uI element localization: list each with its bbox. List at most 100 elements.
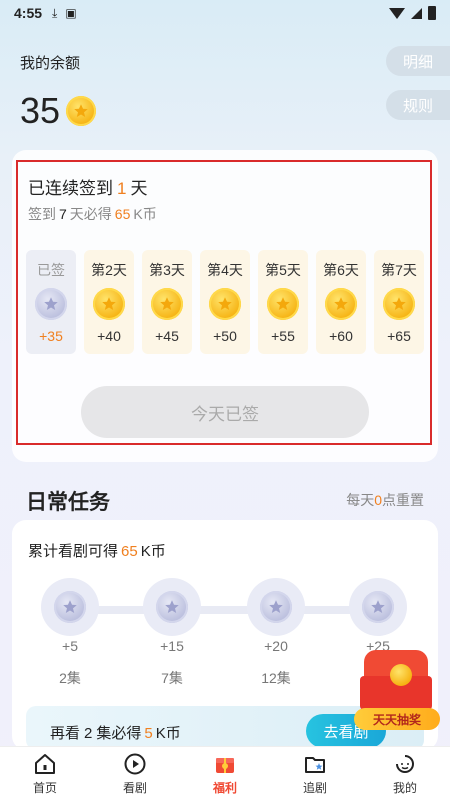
milestone-episodes: 7集 xyxy=(161,670,183,686)
detail-button[interactable]: 明细 xyxy=(386,46,450,76)
day-amount: +65 xyxy=(387,328,411,344)
milestone-episodes: 2集 xyxy=(59,670,81,686)
milestone-1 xyxy=(40,578,100,636)
goal-prefix: 签到 xyxy=(28,206,56,222)
day-label: 第7天 xyxy=(381,262,417,278)
sign-goal: 签到 7 天必得 65 K币 xyxy=(28,204,157,224)
goal-reward: 65 xyxy=(114,206,131,222)
milestone-amount: +20 xyxy=(264,638,288,654)
goal-unit: K币 xyxy=(133,206,157,222)
watch-total-reward: 累计看剧可得 65 K币 xyxy=(28,540,166,561)
daily-lottery-button[interactable]: 天天抽奖 xyxy=(352,650,442,732)
balance-amount: 35 xyxy=(20,90,61,131)
status-bar: 4:55 ⤓ ▣ xyxy=(0,0,450,26)
reset-prefix: 每天 xyxy=(346,492,375,508)
sign-day-7: 第7天 +65 xyxy=(374,250,424,354)
coin-icon xyxy=(383,288,415,320)
day-label: 第2天 xyxy=(91,262,127,278)
reset-hour: 0 xyxy=(374,492,382,508)
banner-mid: 集必得 xyxy=(96,725,142,742)
gift-icon xyxy=(212,751,238,777)
day-amount: +55 xyxy=(271,328,295,344)
banner-unit: K币 xyxy=(155,725,181,742)
notification-a-icon: ▣ xyxy=(65,6,77,20)
milestone-4 xyxy=(348,578,408,636)
tab-label: 看剧 xyxy=(122,781,147,795)
bottom-tab-bar: 首页 看剧 福利 追剧 我的 xyxy=(0,746,450,800)
milestone-amount: +5 xyxy=(62,638,78,654)
watch-prefix: 累计看剧可得 xyxy=(28,543,119,560)
coin-icon xyxy=(267,288,299,320)
coin-icon xyxy=(260,591,292,623)
day-label: 第5天 xyxy=(265,262,301,278)
day-label: 已签 xyxy=(37,262,65,278)
coin-icon xyxy=(390,664,412,686)
battery-icon xyxy=(428,6,436,20)
coin-icon xyxy=(362,591,394,623)
tab-label: 追剧 xyxy=(302,781,327,795)
home-icon xyxy=(32,751,58,777)
banner-prefix: 再看 xyxy=(50,725,81,742)
folder-star-icon xyxy=(302,751,328,777)
day-amount: +60 xyxy=(329,328,353,344)
balance-title: 我的余额 xyxy=(20,55,81,72)
day-amount: +35 xyxy=(39,328,63,344)
sign-days-row: 已签 +35 第2天 +40 第3天 +45 第4天 +50 第5天 +55 第… xyxy=(26,250,426,354)
watch-progress-line xyxy=(70,606,390,614)
day-amount: +50 xyxy=(213,328,237,344)
sign-day-4: 第4天 +50 xyxy=(200,250,250,354)
milestone-episodes: 12集 xyxy=(261,670,291,686)
sign-streak: 已连续签到 1 天 xyxy=(28,174,147,199)
milestone-amount: +15 xyxy=(160,638,184,654)
daily-reset-note: 每天0点重置 xyxy=(346,490,424,510)
reset-suffix: 点重置 xyxy=(382,492,424,508)
signal-icon xyxy=(411,7,422,19)
coin-icon xyxy=(35,288,67,320)
watch-more-text: 再看 2 集必得 5 K币 xyxy=(50,722,181,743)
daily-tasks-title: 日常任务 xyxy=(26,491,110,514)
streak-prefix: 已连续签到 xyxy=(28,179,113,198)
lottery-label: 天天抽奖 xyxy=(354,708,440,730)
rules-button[interactable]: 规则 xyxy=(386,90,450,120)
coin-icon xyxy=(66,96,97,126)
streak-suffix: 天 xyxy=(130,179,148,198)
tab-label: 我的 xyxy=(392,781,417,795)
banner-episodes: 2 xyxy=(84,725,93,742)
day-amount: +40 xyxy=(97,328,121,344)
sign-day-1: 已签 +35 xyxy=(26,250,76,354)
coin-icon xyxy=(54,591,86,623)
goal-mid: 天必得 xyxy=(69,206,112,222)
status-time: 4:55 xyxy=(14,5,43,21)
coin-icon xyxy=(93,288,125,320)
wifi-icon xyxy=(389,7,405,19)
tab-watch[interactable]: 看剧 xyxy=(90,747,180,800)
play-icon xyxy=(122,751,148,777)
goal-days: 7 xyxy=(59,206,67,222)
streak-days: 1 xyxy=(117,179,127,198)
banner-reward: 5 xyxy=(144,725,153,742)
download-icon: ⤓ xyxy=(52,5,58,20)
day-label: 第6天 xyxy=(323,262,359,278)
sign-day-2: 第2天 +40 xyxy=(84,250,134,354)
day-label: 第3天 xyxy=(149,262,185,278)
tab-welfare[interactable]: 福利 xyxy=(180,747,270,800)
tab-mine[interactable]: 我的 xyxy=(360,747,450,800)
tab-label: 福利 xyxy=(212,781,237,795)
balance-amount-row: 35 xyxy=(20,90,97,132)
sign-day-6: 第6天 +60 xyxy=(316,250,366,354)
watch-total: 65 xyxy=(121,543,138,560)
coin-icon xyxy=(325,288,357,320)
today-signed-button[interactable]: 今天已签 xyxy=(81,386,369,438)
milestone-3 xyxy=(246,578,306,636)
tab-home[interactable]: 首页 xyxy=(0,747,90,800)
day-amount: +45 xyxy=(155,328,179,344)
sign-day-3: 第3天 +45 xyxy=(142,250,192,354)
coin-icon xyxy=(151,288,183,320)
watch-unit: K币 xyxy=(140,543,166,560)
coin-icon xyxy=(209,288,241,320)
milestone-2 xyxy=(142,578,202,636)
profile-icon xyxy=(392,751,418,777)
tab-follow[interactable]: 追剧 xyxy=(270,747,360,800)
day-label: 第4天 xyxy=(207,262,243,278)
sign-day-5: 第5天 +55 xyxy=(258,250,308,354)
